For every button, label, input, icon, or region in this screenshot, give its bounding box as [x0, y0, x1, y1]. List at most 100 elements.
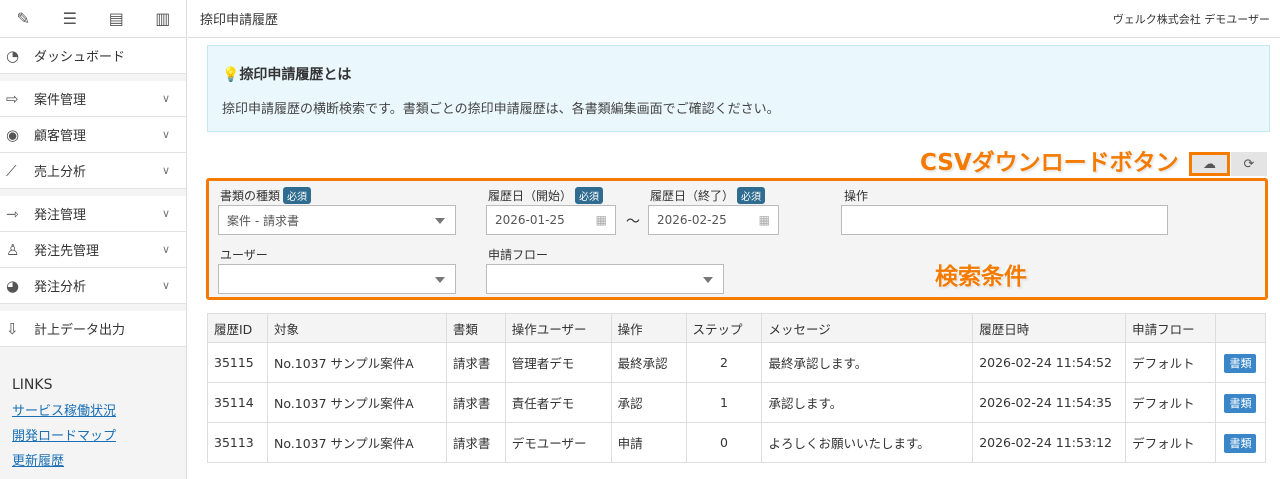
- column-header[interactable]: 対象: [266, 313, 447, 343]
- link-changelog[interactable]: 更新履歴: [12, 449, 174, 474]
- list-box-icon[interactable]: ▤: [93, 0, 140, 37]
- doc-type-select[interactable]: 案件 - 請求書: [218, 205, 456, 235]
- required-badge: 必須: [283, 187, 312, 204]
- list-icon[interactable]: ☰: [47, 0, 94, 37]
- table-row: 35115 No.1037 サンプル案件A 請求書 管理者デモ 最終承認 2 最終承認します…: [207, 342, 1267, 383]
- bar-chart-icon[interactable]: ▥: [140, 0, 187, 37]
- cell-op: 申請: [610, 422, 687, 463]
- table-row: 35114 No.1037 サンプル案件A 請求書 責任者デモ 承認 1 承認します。 202…: [207, 382, 1267, 423]
- cell-msg: よろしくお願いいたします。: [761, 422, 974, 463]
- doc-type-value: 案件 - 請求書: [227, 213, 299, 228]
- cell-target: No.1037 サンプル案件A: [266, 342, 447, 383]
- cell-step: 2: [685, 342, 763, 383]
- document-button[interactable]: 書類: [1224, 393, 1257, 413]
- flow-select[interactable]: [486, 264, 724, 294]
- page-title: 捺印申請履歴: [200, 13, 279, 28]
- operation-input[interactable]: [841, 205, 1168, 235]
- cell-msg: 最終承認します。: [761, 342, 974, 383]
- column-header[interactable]: 操作: [610, 313, 687, 343]
- cell-user: デモユーザー: [504, 422, 612, 463]
- share-icon: ⇾: [6, 204, 19, 223]
- chevron-down-icon: ∨: [161, 92, 170, 105]
- sidebar-item-dashboard[interactable]: ◔ ダッシュボード: [0, 38, 186, 74]
- cell-flow: デフォルト: [1125, 342, 1216, 383]
- range-separator: 〜: [626, 214, 640, 230]
- sidebar-item-suppliers[interactable]: ♙ 発注先管理 ∨: [0, 232, 186, 268]
- cell-op: 承認: [610, 382, 687, 423]
- date-end-input[interactable]: 2026-02-25 ▦: [648, 205, 779, 235]
- required-badge: 必須: [737, 187, 766, 204]
- sidebar: ✎ ☰ ▤ ▥ ◔ ダッシュボード ⇨ 案件管理 ∨ ◉ 顧客管理 ∨ ⟋ 売上分析 ∨ ⇾ 発…: [0, 0, 187, 479]
- sidebar-item-sales-analysis[interactable]: ⟋ 売上分析 ∨: [0, 153, 186, 189]
- annotation-search: 検索条件: [935, 264, 1027, 290]
- download-icon: ⇩: [6, 319, 19, 338]
- cell-action: 書類: [1214, 382, 1267, 423]
- sidebar-item-orders[interactable]: ⇾ 発注管理 ∨: [0, 196, 186, 232]
- column-header[interactable]: メッセージ: [761, 313, 974, 343]
- annotation-csv: CSVダウンロードボタン: [920, 150, 1179, 176]
- user-menu[interactable]: ヴェルク株式会社 デモユーザー: [1113, 11, 1270, 27]
- chevron-down-icon: ∨: [161, 279, 170, 292]
- sidebar-item-projects[interactable]: ⇨ 案件管理 ∨: [0, 81, 186, 117]
- info-title: 捺印申請履歴とは: [239, 67, 352, 83]
- document-button[interactable]: 書類: [1224, 353, 1257, 373]
- user-select[interactable]: [218, 264, 456, 294]
- sidebar-item-customers[interactable]: ◉ 顧客管理 ∨: [0, 117, 186, 153]
- column-header[interactable]: ステップ: [685, 313, 763, 343]
- column-header[interactable]: 書類: [445, 313, 506, 343]
- sidebar-toolbar: ✎ ☰ ▤ ▥: [0, 0, 186, 38]
- history-table: 履歴ID 対象 書類 操作ユーザー 操作 ステップ メッセージ 履歴日時 申請フロー 35115…: [207, 313, 1267, 463]
- cell-action: 書類: [1214, 342, 1267, 383]
- cell-date: 2026-02-24 11:53:12: [972, 422, 1127, 463]
- calendar-icon: ▦: [595, 213, 607, 227]
- cell-date: 2026-02-24 11:54:35: [972, 382, 1127, 423]
- sidebar-item-export[interactable]: ⇩ 計上データ出力: [0, 311, 186, 347]
- refresh-icon: ⟳: [1243, 156, 1255, 172]
- cell-date: 2026-02-24 11:54:52: [972, 342, 1127, 383]
- chevron-down-icon: ∨: [161, 207, 170, 220]
- column-header[interactable]: 履歴日時: [972, 313, 1127, 343]
- chevron-down-icon: ∨: [161, 243, 170, 256]
- pie-chart-icon: ◕: [6, 276, 20, 295]
- refresh-button[interactable]: ⟳: [1231, 152, 1267, 176]
- chevron-down-icon: ∨: [161, 128, 170, 141]
- cell-user: 管理者デモ: [504, 342, 612, 383]
- csv-download-button[interactable]: ☁: [1189, 152, 1230, 176]
- document-button[interactable]: 書類: [1224, 433, 1257, 453]
- sidebar-item-order-analysis[interactable]: ◕ 発注分析 ∨: [0, 268, 186, 304]
- required-badge: 必須: [575, 187, 604, 204]
- cell-flow: デフォルト: [1125, 382, 1216, 423]
- cell-flow: デフォルト: [1125, 422, 1216, 463]
- column-header[interactable]: 操作ユーザー: [504, 313, 612, 343]
- cloud-download-icon: ☁: [1203, 156, 1216, 172]
- table-header: 履歴ID 対象 書類 操作ユーザー 操作 ステップ メッセージ 履歴日時 申請フロー: [207, 313, 1267, 343]
- column-header[interactable]: 申請フロー: [1125, 313, 1216, 343]
- line-chart-icon: ⟋: [6, 161, 17, 180]
- operation-label: 操作: [844, 189, 869, 203]
- date-start-label: 履歴日（開始）: [488, 189, 573, 203]
- link-roadmap[interactable]: 開発ロードマップ: [12, 424, 174, 449]
- cell-user: 責任者デモ: [504, 382, 612, 423]
- column-header[interactable]: [1214, 313, 1267, 343]
- cell-doc: 請求書: [445, 382, 506, 423]
- links-section: LINKS サービス稼働状況 開発ロードマップ 更新履歴: [0, 347, 186, 474]
- cell-doc: 請求書: [445, 342, 506, 383]
- cell-step: 0: [685, 422, 763, 463]
- column-header[interactable]: 履歴ID: [207, 313, 268, 343]
- cell-target: No.1037 サンプル案件A: [266, 422, 447, 463]
- search-panel: 書類の種類 必須 案件 - 請求書 履歴日（開始） 必須 2026-01-25 ▦ 〜…: [206, 178, 1268, 300]
- lightbulb-icon: 💡: [222, 67, 240, 83]
- cell-msg: 承認します。: [761, 382, 974, 423]
- info-text: 捺印申請履歴の横断検索です。書類ごとの捺印申請履歴は、各書類編集画面でご確認くだ…: [222, 102, 780, 117]
- date-end-label: 履歴日（終了）: [650, 189, 735, 203]
- pencil-icon[interactable]: ✎: [0, 0, 47, 37]
- calendar-icon: ▦: [758, 213, 770, 227]
- link-service-status[interactable]: サービス稼働状況: [12, 399, 174, 424]
- info-box: 💡捺印申請履歴とは 捺印申請履歴の横断検索です。書類ごとの捺印申請履歴は、各書類…: [207, 45, 1270, 132]
- cell-id: 35114: [207, 382, 268, 423]
- user-icon: ♙: [6, 240, 20, 259]
- cell-id: 35115: [207, 342, 268, 383]
- cell-action: 書類: [1214, 422, 1267, 463]
- date-start-input[interactable]: 2026-01-25 ▦: [486, 205, 616, 235]
- header: 捺印申請履歴 ヴェルク株式会社 デモユーザー: [188, 0, 1280, 38]
